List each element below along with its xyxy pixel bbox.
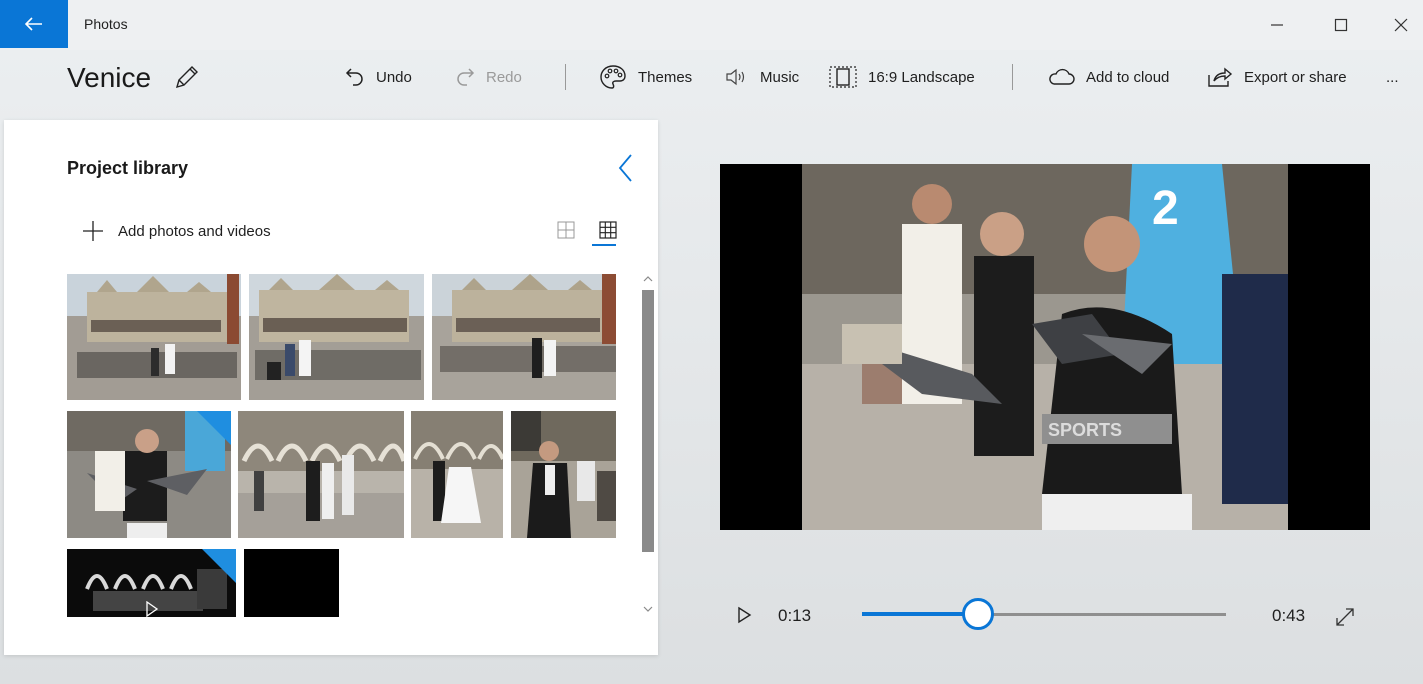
library-thumbnail[interactable]	[67, 274, 241, 400]
pencil-icon	[175, 66, 198, 89]
library-thumbnail[interactable]	[67, 549, 236, 617]
seek-progress	[862, 612, 979, 616]
small-grid-icon	[599, 221, 617, 239]
project-library-panel: Project library Add photos and videos	[4, 120, 658, 655]
minimize-button[interactable]	[1262, 12, 1292, 38]
maximize-icon	[1334, 18, 1348, 32]
toolbar-divider	[565, 64, 566, 90]
add-to-cloud-button[interactable]: Add to cloud	[1046, 62, 1169, 92]
close-button[interactable]	[1386, 12, 1416, 38]
library-thumbnail[interactable]	[249, 274, 424, 400]
collapse-library-button[interactable]	[614, 152, 638, 184]
aspect-ratio-label: 16:9 Landscape	[868, 68, 975, 86]
preview-frame-image: 2 SPORTS	[802, 164, 1288, 530]
chevron-up-icon	[643, 276, 653, 282]
aspect-ratio-button[interactable]: 16:9 Landscape	[828, 62, 975, 92]
toolbar-divider	[1012, 64, 1013, 90]
maximize-button[interactable]	[1326, 12, 1356, 38]
music-label: Music	[760, 68, 800, 86]
undo-icon	[345, 68, 363, 86]
project-title: Venice	[67, 62, 152, 93]
chevron-left-icon	[618, 154, 632, 182]
redo-icon	[457, 68, 475, 86]
plaza-photo-image	[432, 274, 616, 400]
seek-handle[interactable]	[962, 598, 995, 630]
export-share-label: Export or share	[1244, 68, 1347, 86]
library-thumbnail[interactable]	[244, 549, 339, 617]
video-play-icon	[146, 601, 159, 617]
plaza-photo-image	[67, 274, 241, 400]
themes-button[interactable]: Themes	[598, 62, 692, 92]
large-thumbnails-view-button[interactable]	[556, 220, 576, 240]
minimize-icon	[1271, 24, 1283, 26]
library-thumbnail[interactable]	[432, 274, 616, 400]
scroll-down-button[interactable]	[642, 604, 654, 616]
more-options-label: ...	[1386, 68, 1399, 86]
fullscreen-button[interactable]	[1334, 606, 1356, 628]
share-icon	[1208, 67, 1233, 87]
library-thumbnail[interactable]	[511, 411, 616, 538]
total-time: 0:43	[1272, 606, 1306, 625]
music-button[interactable]: Music	[724, 62, 799, 92]
active-view-indicator	[592, 244, 616, 246]
chevron-down-icon	[643, 606, 653, 612]
video-preview[interactable]: 2 SPORTS	[720, 164, 1370, 530]
large-grid-icon	[557, 221, 575, 239]
cloud-icon	[1049, 68, 1075, 85]
play-icon	[738, 606, 752, 624]
themes-label: Themes	[638, 68, 693, 86]
library-thumbnail[interactable]	[411, 411, 503, 538]
portrait-photo-image	[511, 411, 616, 538]
back-button[interactable]	[0, 0, 68, 48]
arcade-photo-image	[411, 411, 503, 538]
svg-text:2: 2	[1152, 182, 1179, 235]
title-bar: Photos	[0, 0, 1423, 50]
expand-icon	[1336, 608, 1354, 626]
back-arrow-icon	[25, 17, 42, 31]
add-to-cloud-label: Add to cloud	[1086, 68, 1170, 86]
scroll-up-button[interactable]	[642, 274, 654, 286]
more-options-button[interactable]: ...	[1386, 62, 1399, 92]
library-thumbnail[interactable]	[238, 411, 404, 538]
small-thumbnails-view-button[interactable]	[598, 220, 618, 240]
plus-icon	[83, 221, 103, 241]
speaker-icon	[726, 68, 745, 86]
rename-button[interactable]	[172, 62, 202, 92]
svg-text:SPORTS: SPORTS	[1048, 420, 1122, 440]
close-icon	[1394, 18, 1408, 32]
app-title: Photos	[84, 16, 128, 32]
add-photos-videos-label: Add photos and videos	[118, 222, 271, 240]
project-library-title: Project library	[67, 158, 189, 178]
aspect-ratio-icon	[829, 66, 857, 88]
redo-button[interactable]: Redo	[454, 62, 522, 92]
storyboard-badge	[202, 549, 236, 583]
undo-button[interactable]: Undo	[344, 62, 412, 92]
palette-icon	[600, 65, 626, 89]
add-photos-videos-button[interactable]: Add photos and videos	[82, 218, 271, 244]
library-thumbnail[interactable]	[67, 411, 231, 538]
current-time: 0:13	[778, 606, 812, 625]
scrollbar-thumb[interactable]	[642, 290, 654, 552]
storyboard-badge	[197, 411, 231, 445]
plaza-photo-image	[249, 274, 424, 400]
undo-label: Undo	[376, 68, 412, 86]
arcade-photo-image	[238, 411, 404, 538]
redo-label: Redo	[486, 68, 522, 86]
export-share-button[interactable]: Export or share	[1206, 62, 1347, 92]
play-button[interactable]	[736, 605, 754, 625]
